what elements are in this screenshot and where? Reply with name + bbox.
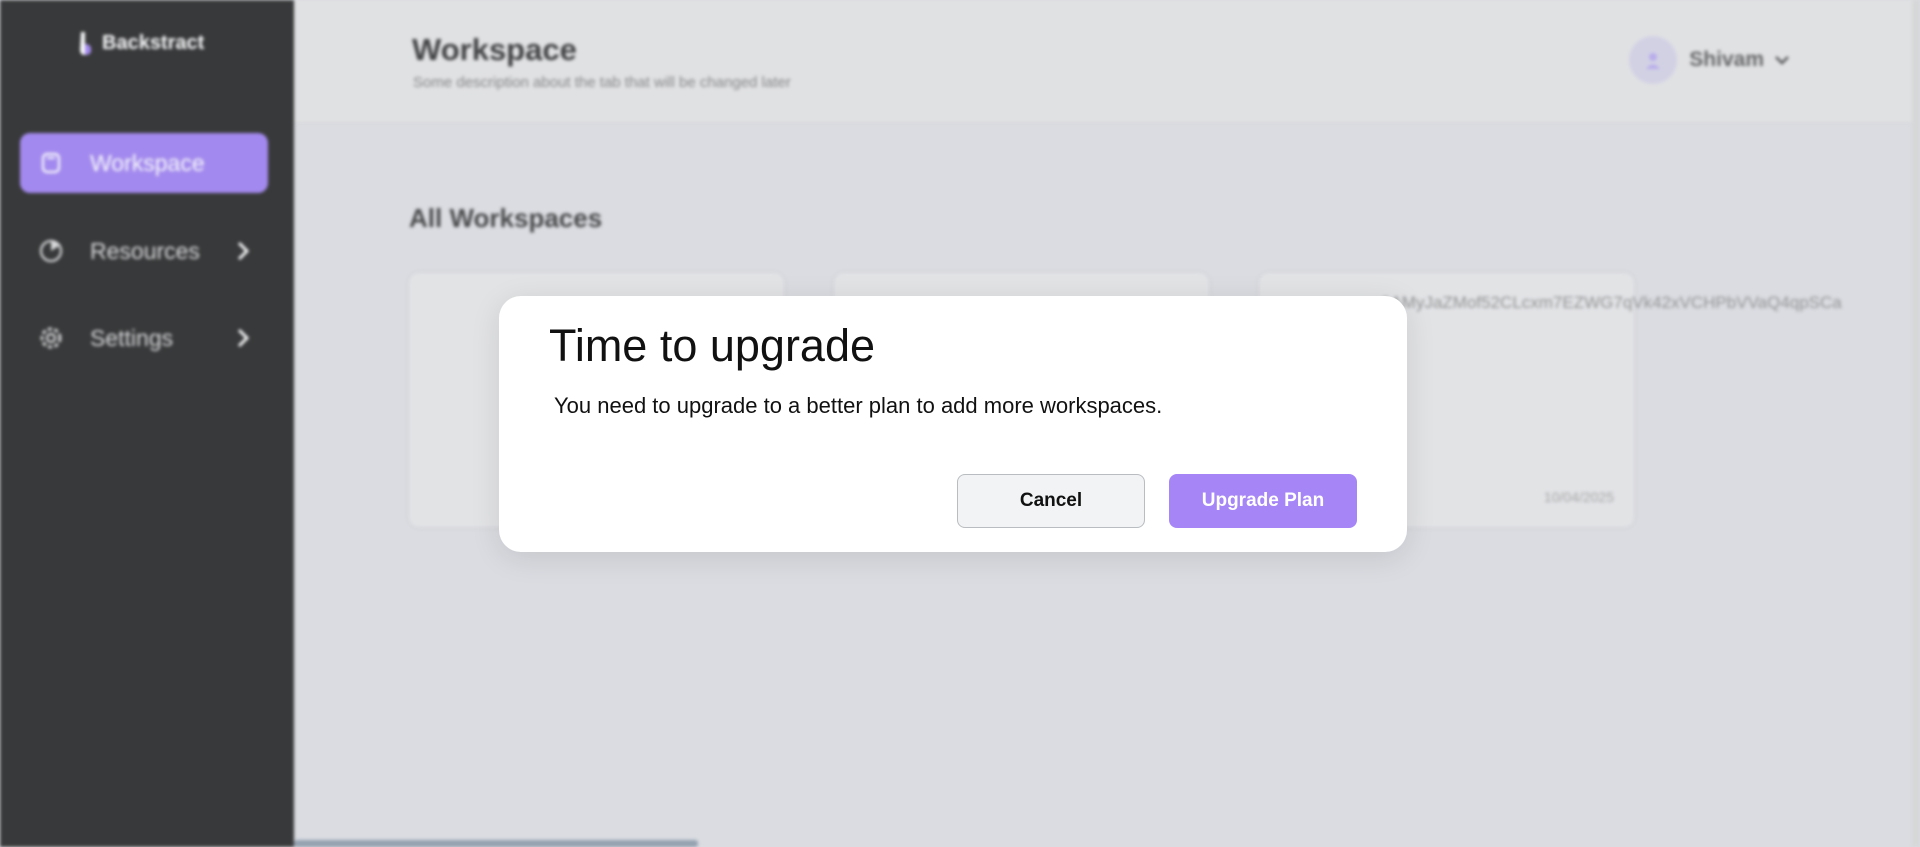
dialog-title: Time to upgrade [549,320,876,371]
app-root: Backstract Workspace Resources Settings … [0,0,1920,847]
upgrade-plan-button[interactable]: Upgrade Plan [1169,474,1357,528]
cancel-button[interactable]: Cancel [957,474,1145,528]
dialog-message: You need to upgrade to a better plan to … [554,393,1163,418]
upgrade-dialog: Time to upgrade You need to upgrade to a… [499,296,1407,552]
